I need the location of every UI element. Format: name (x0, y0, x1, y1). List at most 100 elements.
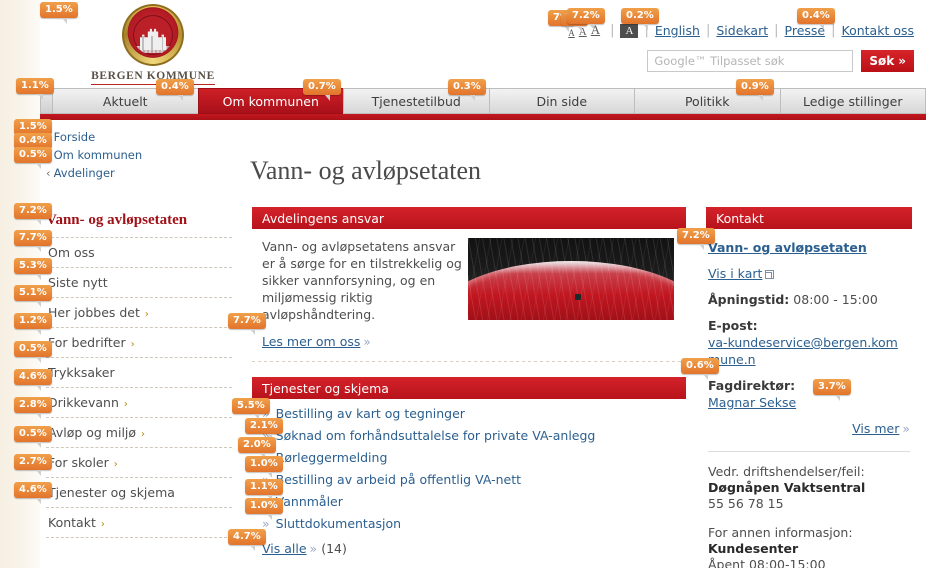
list-item[interactable]: »Bestilling av kart og tegninger (262, 406, 686, 421)
chevron-right-icon: › (141, 429, 146, 440)
percentage-badge: 0.4% (797, 8, 835, 30)
sidebar-item-for-bedrifter[interactable]: For bedrifter › (46, 327, 232, 357)
contact-org-link[interactable]: Vann- og avløpsetaten (708, 239, 910, 256)
show-more-link[interactable]: Vis mer (852, 421, 899, 436)
tab-din-side[interactable]: Din side (488, 88, 634, 114)
percentage-badge: 5.3% (14, 258, 52, 280)
contrast-toggle-button[interactable]: A (620, 24, 639, 38)
utility-link-english[interactable]: English (655, 23, 700, 38)
sidebar-item-her-jobbes-det[interactable]: Her jobbes det › (46, 297, 232, 327)
contact-body: Vann- og avløpsetaten Vis i kart Åpnings… (706, 229, 912, 568)
search-button[interactable]: Søk » (861, 50, 914, 72)
sidebar-item-trykksaker[interactable]: Trykksaker (46, 357, 232, 387)
breadcrumb-label: Avdelinger (53, 166, 115, 180)
list-item[interactable]: »Vannmåler (262, 494, 686, 509)
service-label: Vannmåler (275, 494, 343, 509)
site-logo[interactable]: BERGEN KOMMUNE (88, 4, 218, 85)
logo-text: BERGEN KOMMUNE (91, 70, 215, 85)
email-row: E-post: va-kundeservice@bergen.kommune.n (708, 317, 910, 368)
page-root: BERGEN KOMMUNE A A A | A | English | Sid… (0, 0, 926, 568)
percentage-badge: 4.7% (228, 529, 266, 551)
utility-link-sidekart[interactable]: Sidekart (716, 23, 768, 38)
percentage-badge: 0.3% (448, 79, 486, 101)
percentage-badge: 7.7% (228, 313, 266, 335)
email-link[interactable]: va-kundeservice@bergen.kommune.n (708, 334, 910, 368)
emergency-block: Vedr. driftshendelser/feil: Døgnåpen Vak… (708, 464, 910, 512)
emergency-name: Døgnåpen Vaktsentral (708, 480, 866, 495)
list-item[interactable]: »Rørleggermelding (262, 450, 686, 465)
site-header: BERGEN KOMMUNE A A A | A | English | Sid… (40, 0, 926, 88)
show-on-map-link[interactable]: Vis i kart (708, 266, 762, 281)
show-all-row: Vis alle» (14) (252, 541, 686, 556)
search-button-label: Søk (869, 54, 895, 68)
sidebar-item-avlop-og-miljo[interactable]: Avløp og miljø › (46, 417, 232, 447)
percentage-badge: 0.6% (681, 358, 719, 380)
breadcrumb-item-forside[interactable]: ‹Forside (46, 130, 246, 144)
breadcrumb-label: Om kommunen (53, 148, 143, 162)
sidebar-item-label: For bedrifter (48, 335, 126, 350)
list-item[interactable]: » Søknad om forhåndsuttalelse for private… (262, 428, 686, 443)
percentage-badge: 0.7% (303, 79, 341, 101)
bergen-coat-of-arms-icon (122, 4, 184, 66)
sidebar-item-label: Siste nytt (48, 275, 108, 290)
chevron-right-icon: › (144, 309, 149, 320)
percentage-badge: 1.5% (40, 2, 78, 24)
sidebar-item-tjenester-og-skjema[interactable]: Tjenester og skjema (46, 477, 232, 507)
divider: | (831, 23, 836, 38)
services-panel: Tjenester og skjema »Bestilling av kart … (252, 377, 686, 556)
sidebar-item-kontakt[interactable]: Kontakt › (46, 507, 232, 537)
percentage-badge: 0.4% (156, 79, 194, 101)
chevron-right-icon: › (130, 339, 135, 350)
list-item[interactable]: »Bestilling av arbeid på offentlig VA-ne… (262, 472, 686, 487)
double-chevron-right-icon: » (309, 541, 318, 556)
contact-heading: Kontakt (706, 207, 912, 229)
service-label: Sluttdokumentasjon (275, 516, 402, 531)
sidebar-item-siste-nytt[interactable]: Siste nytt (46, 267, 232, 297)
breadcrumb: ‹Forside ‹Om kommunen ‹Avdelinger (46, 130, 246, 184)
divider: | (705, 23, 711, 38)
divider: | (610, 23, 615, 38)
castle-detail (140, 36, 166, 50)
show-all-count: (14) (321, 541, 347, 556)
responsibility-text: Vann- og avløpsetatens ansvar er å sørge… (262, 239, 462, 322)
red-umbrella-in-rain-photo (468, 238, 674, 320)
umbrella-tip (575, 293, 582, 300)
percentage-badge: 1.0% (245, 456, 283, 478)
sidebar-item-label: Avløp og miljø (48, 425, 137, 440)
emergency-phone: 55 56 78 15 (708, 496, 784, 511)
percentage-badge: 4.6% (14, 482, 52, 504)
utility-link-kontakt-oss[interactable]: Kontakt oss (842, 23, 915, 38)
emergency-intro: Vedr. driftshendelser/feil: (708, 464, 865, 479)
responsibility-panel: Avdelingens ansvar Vann- og avløpsetaten… (252, 207, 686, 362)
sidebar-title[interactable]: Vann- og avløpsetaten (46, 212, 232, 237)
page-title: Vann- og avløpsetaten (250, 156, 482, 185)
search-input[interactable] (647, 50, 854, 72)
chevron-right-icon: › (100, 519, 105, 530)
breadcrumb-item-om-kommunen[interactable]: ‹Om kommunen (46, 148, 246, 162)
sidebar-item-om-oss[interactable]: Om oss (46, 237, 232, 267)
read-more-link[interactable]: Les mer om oss (262, 334, 360, 349)
director-link[interactable]: Magnar Sekse (708, 395, 796, 410)
breadcrumb-item-avdelinger[interactable]: ‹ Avdelinger (46, 166, 246, 180)
sidebar-item-label: Tjenester og skjema (48, 485, 175, 500)
double-chevron-right-icon: » (902, 421, 910, 436)
percentage-badge: 0.2% (621, 8, 659, 30)
percentage-badge: 7.7% (14, 230, 52, 252)
sidebar-item-for-skoler[interactable]: For skoler › (46, 447, 232, 477)
director-label: Fagdirektør: (708, 378, 796, 393)
breadcrumb-label: Forside (53, 130, 96, 144)
show-all-link[interactable]: Vis alle (262, 541, 307, 556)
responsibility-heading: Avdelingens ansvar (252, 207, 686, 229)
search-area: Søk » (647, 50, 914, 72)
list-item[interactable]: » Sluttdokumentasjon (262, 516, 686, 531)
chevron-right-icon: › (123, 399, 128, 410)
percentage-badge: 2.0% (238, 437, 276, 459)
percentage-badge: 0.9% (736, 79, 774, 101)
sidebar-item-label: For skoler (48, 455, 109, 470)
font-size-small-button[interactable]: A (568, 28, 575, 38)
services-list: »Bestilling av kart og tegninger »Søknad… (252, 406, 686, 531)
sidebar-item-drikkevann[interactable]: Drikkevann › (46, 387, 232, 417)
percentage-badge: 0.5% (14, 341, 52, 363)
utility-nav: A A A | A | English | Sidekart | Presse … (568, 22, 914, 38)
tab-ledige-stillinger[interactable]: Ledige stillinger (779, 88, 926, 114)
